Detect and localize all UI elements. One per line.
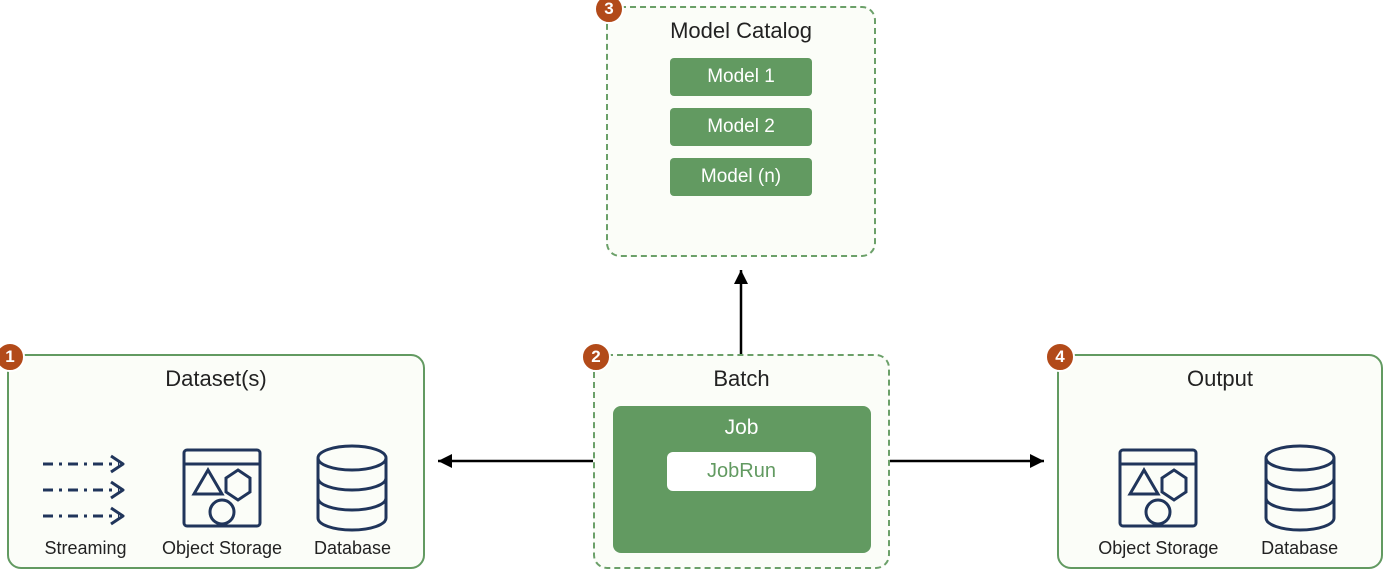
out-database-label: Database: [1261, 538, 1338, 559]
output-title: Output: [1187, 366, 1253, 392]
model-item: Model 2: [670, 108, 812, 146]
database-col: Database: [310, 442, 394, 559]
streaming-icon: [37, 446, 133, 534]
catalog-box: 3 Model Catalog Model 1 Model 2 Model (n…: [606, 6, 876, 257]
database-label: Database: [314, 538, 391, 559]
datasets-title: Dataset(s): [165, 366, 266, 392]
streaming-col: Streaming: [37, 446, 133, 559]
badge-2: 2: [581, 342, 611, 372]
badge-3: 3: [594, 0, 624, 24]
out-obj-storage-label: Object Storage: [1098, 538, 1218, 559]
model-item: Model 1: [670, 58, 812, 96]
datasets-box: 1 Dataset(s) Streaming Object Storage: [7, 354, 425, 569]
object-storage-icon: [1112, 442, 1204, 534]
object-storage-icon: [176, 442, 268, 534]
jobrun-block: JobRun: [667, 452, 816, 491]
database-icon: [1258, 442, 1342, 534]
obj-storage-col: Object Storage: [162, 442, 282, 559]
catalog-title: Model Catalog: [670, 18, 812, 44]
output-box: 4 Output Object Storage Database: [1057, 354, 1383, 569]
batch-title: Batch: [713, 366, 769, 392]
badge-4: 4: [1045, 342, 1075, 372]
obj-storage-label: Object Storage: [162, 538, 282, 559]
job-block: Job JobRun: [613, 406, 871, 553]
out-obj-storage-col: Object Storage: [1098, 442, 1218, 559]
out-database-col: Database: [1258, 442, 1342, 559]
model-list: Model 1 Model 2 Model (n): [608, 58, 874, 196]
streaming-label: Streaming: [44, 538, 126, 559]
badge-1: 1: [0, 342, 25, 372]
database-icon: [310, 442, 394, 534]
job-label: Job: [725, 416, 759, 440]
batch-box: 2 Batch Job JobRun: [593, 354, 890, 569]
model-item: Model (n): [670, 158, 812, 196]
